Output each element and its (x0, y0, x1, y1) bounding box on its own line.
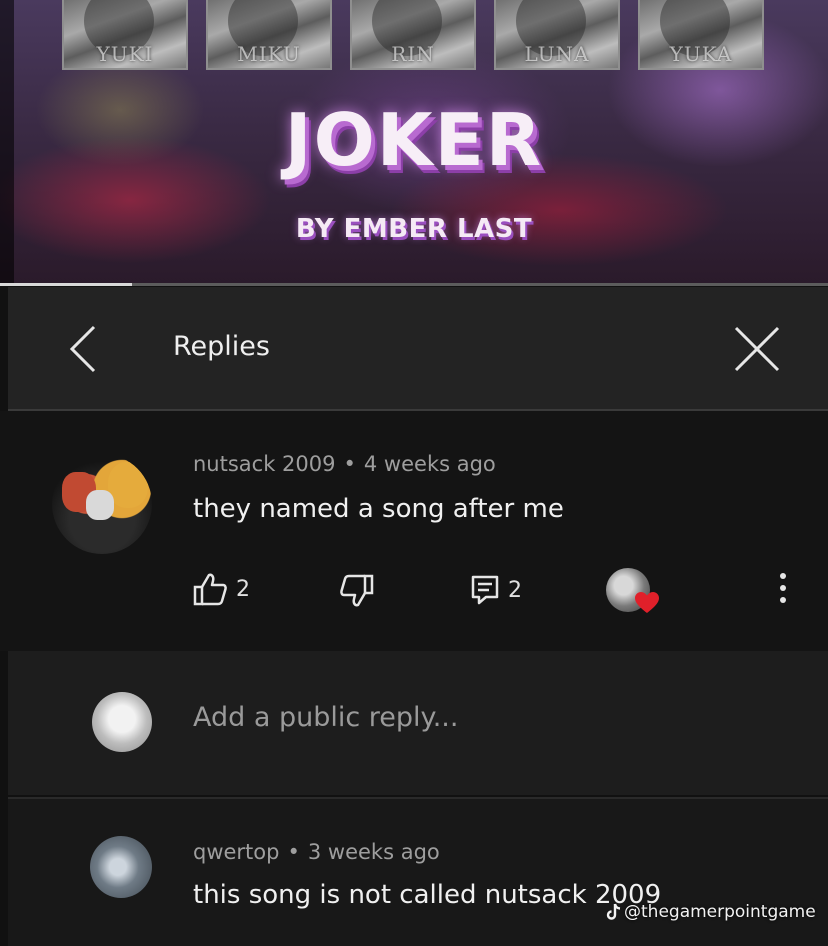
avatar[interactable] (52, 454, 152, 554)
avatar-face (86, 490, 114, 520)
reply-author[interactable]: qwertop (193, 840, 279, 864)
character-thumbnails: YUKI MIKU RIN LUNA YUKA (62, 0, 764, 70)
heart-icon (635, 592, 659, 613)
comment-timestamp[interactable]: 4 weeks ago (364, 452, 496, 476)
back-button[interactable] (60, 321, 110, 377)
more-vertical-icon (780, 573, 786, 603)
meta-separator: • (287, 840, 300, 864)
thumbs-down-icon (340, 574, 374, 607)
close-icon (734, 326, 780, 372)
like-count: 2 (236, 576, 250, 602)
video-progress-bar[interactable] (0, 283, 828, 286)
watermark-text: @thegamerpointgame (624, 902, 816, 922)
like-button[interactable]: 2 (192, 572, 250, 606)
comment-text: they named a song after me (193, 494, 564, 524)
tiktok-icon (606, 903, 621, 920)
reply-text: this song is not called nutsack 2009 (193, 880, 662, 910)
song-artist: BY EMBER LAST (295, 214, 533, 244)
character-thumbnail: YUKA (638, 0, 764, 70)
character-name: RIN (391, 42, 435, 66)
replies-header: Replies (8, 287, 828, 411)
character-thumbnail: RIN (350, 0, 476, 70)
character-name: MIKU (237, 42, 301, 66)
video-player[interactable]: YUKI MIKU RIN LUNA YUKA JOKER BY EMBER L… (0, 0, 828, 286)
character-thumbnail: LUNA (494, 0, 620, 70)
dislike-button[interactable] (339, 574, 375, 608)
reply-timestamp[interactable]: 3 weeks ago (308, 840, 440, 864)
reply-meta: qwertop • 3 weeks ago (193, 840, 440, 864)
thumbs-up-icon (193, 573, 227, 606)
tiktok-watermark: @thegamerpointgame (606, 902, 816, 922)
reply-count: 2 (508, 577, 522, 603)
comment-meta: nutsack 2009 • 4 weeks ago (193, 452, 496, 476)
close-button[interactable] (730, 322, 784, 376)
add-reply-input[interactable]: Add a public reply... (193, 702, 753, 742)
song-title: JOKER (284, 98, 544, 182)
character-thumbnail: MIKU (206, 0, 332, 70)
character-name: YUKI (96, 42, 154, 66)
character-name: YUKA (669, 42, 733, 66)
chevron-left-icon (69, 325, 96, 373)
meta-separator: • (343, 452, 356, 476)
comment-author[interactable]: nutsack 2009 (193, 452, 336, 476)
avatar-hair-gold (108, 462, 148, 508)
replies-title: Replies (173, 331, 270, 362)
character-thumbnail: YUKI (62, 0, 188, 70)
comment-icon (471, 575, 499, 605)
character-name: LUNA (524, 42, 590, 66)
more-options-button[interactable] (768, 566, 798, 614)
video-progress-fill (0, 283, 133, 286)
user-avatar (92, 692, 152, 752)
reply-avatar[interactable] (90, 836, 152, 898)
reply-button[interactable]: 2 (470, 574, 522, 606)
